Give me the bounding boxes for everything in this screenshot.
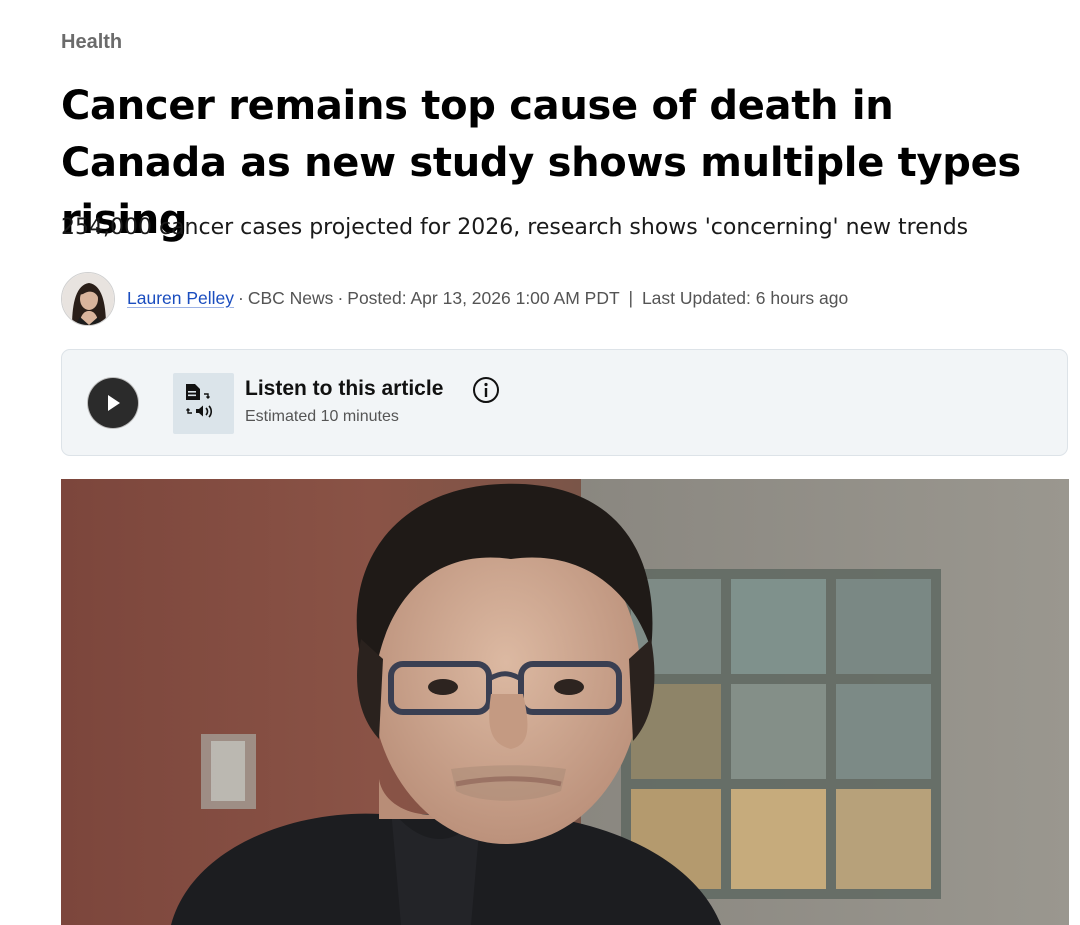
audio-player: Listen to this article Estimated 10 minu… [61,349,1068,456]
play-icon [108,395,120,411]
listen-estimate: Estimated 10 minutes [245,408,399,425]
byline: Lauren Pelley · CBC News · Posted: Apr 13, 2… [61,271,848,326]
category-link[interactable]: Health [61,31,122,54]
listen-title: Listen to this article [245,377,444,400]
article-deck: 254,000 cancer cases projected for 2026,… [61,215,969,240]
outlet-name: CBC News [247,288,334,308]
posted-date: Posted: Apr 13, 2026 1:00 AM PDT [347,288,620,308]
article-photo [61,479,1069,925]
author-avatar[interactable] [61,271,115,326]
byline-meta: Lauren Pelley · CBC News · Posted: Apr 13, 2… [127,288,849,308]
updated-date: Last Updated: 6 hours ago [641,288,849,308]
author-link[interactable]: Lauren Pelley [127,288,234,308]
text-to-speech-icon [173,373,234,434]
play-button[interactable] [88,378,138,428]
info-icon[interactable] [472,376,500,409]
